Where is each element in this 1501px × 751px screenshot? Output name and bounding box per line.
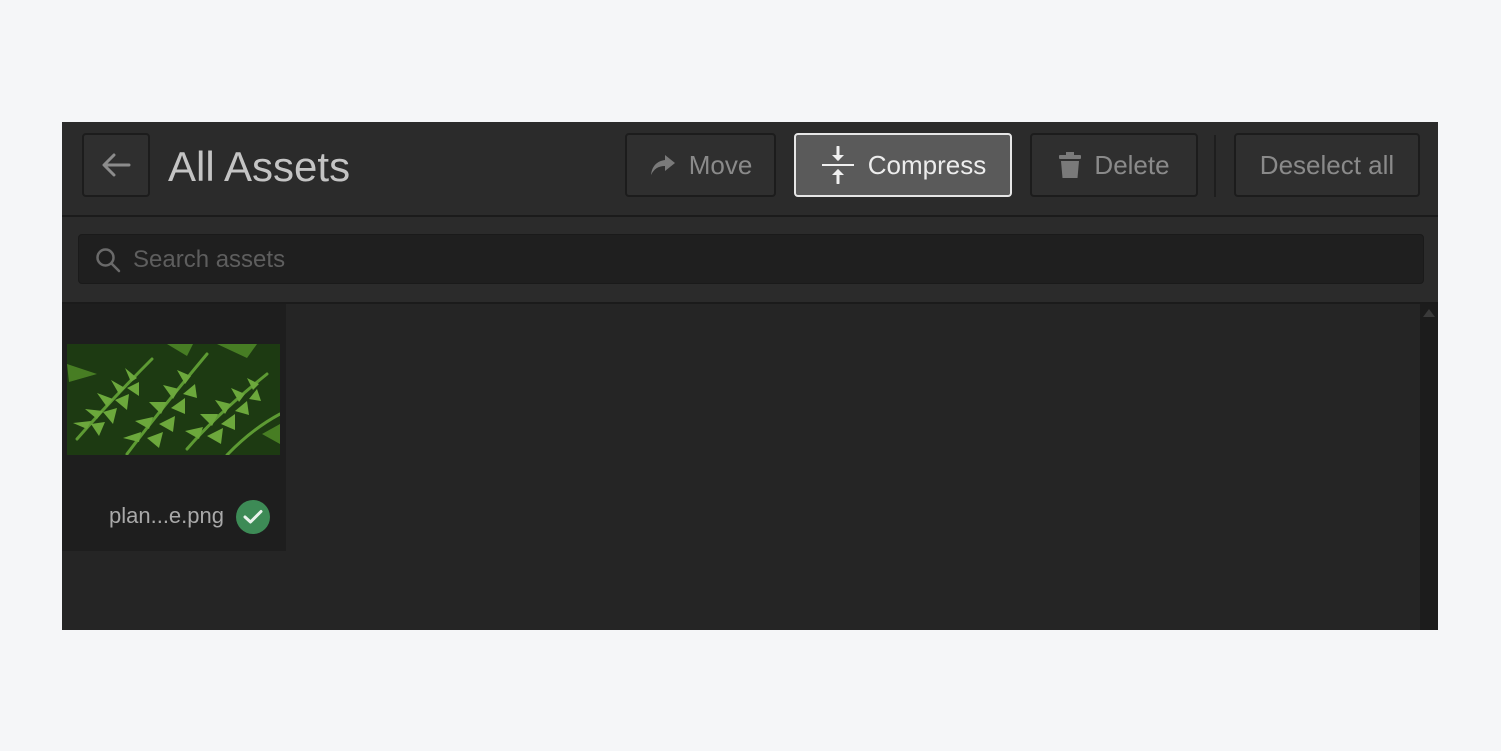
scrollbar[interactable] <box>1420 304 1438 630</box>
assets-toolbar: All Assets Move Compress Delete Deselect… <box>62 122 1438 217</box>
trash-icon <box>1058 151 1082 179</box>
search-input[interactable] <box>131 235 1405 285</box>
delete-label: Delete <box>1094 149 1170 180</box>
deselect-all-button[interactable]: Deselect all <box>1234 133 1420 197</box>
delete-button[interactable]: Delete <box>1030 133 1198 197</box>
back-button[interactable] <box>82 133 150 197</box>
search-bar <box>62 217 1438 304</box>
asset-name: plan...e.png <box>109 503 224 528</box>
selected-check-icon <box>236 500 270 534</box>
assets-panel: All Assets Move Compress Delete Deselect… <box>62 122 1438 630</box>
search-icon <box>95 247 121 278</box>
move-label: Move <box>688 149 753 180</box>
asset-thumbnail[interactable] <box>67 344 280 455</box>
move-button[interactable]: Move <box>625 133 776 197</box>
asset-card[interactable]: plan...e.png <box>62 304 286 551</box>
scroll-up-arrow-icon[interactable] <box>1423 309 1435 317</box>
arrow-left-icon <box>101 152 131 178</box>
page-title: All Assets <box>168 143 351 190</box>
toolbar-divider <box>1214 135 1216 197</box>
compress-icon <box>820 146 856 184</box>
share-arrow-icon <box>649 153 677 177</box>
asset-grid: plan...e.png <box>62 304 1420 630</box>
search-field[interactable] <box>78 234 1424 285</box>
compress-button[interactable]: Compress <box>794 133 1012 197</box>
compress-label: Compress <box>867 149 987 180</box>
deselect-all-label: Deselect all <box>1259 149 1395 180</box>
